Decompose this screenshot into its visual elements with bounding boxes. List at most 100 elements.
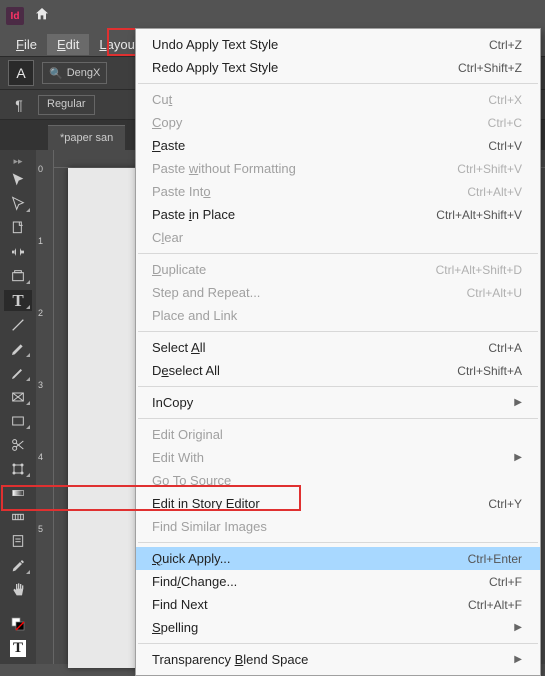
menu-item-label: Quick Apply... [152,551,231,566]
panel-expand-icon[interactable]: ▸▸ [6,156,30,166]
document-tab[interactable]: *paper san [48,125,125,150]
rectangle-frame-tool[interactable] [4,387,32,407]
menu-item-step-and-repeat: Step and Repeat... Ctrl+Alt+U [136,281,540,304]
tools-panel: ▸▸ T T [0,150,36,664]
submenu-arrow-icon: ▶ [494,654,522,665]
direct-selection-tool[interactable] [4,194,32,214]
menu-item-label: Clear [152,230,183,245]
gradient-feather-tool[interactable] [4,507,32,527]
rectangle-tool[interactable] [4,411,32,431]
menu-item-label: Edit With [152,450,204,465]
menu-item-label: Duplicate [152,262,206,277]
paragraph-formatting-icon[interactable]: ¶ [8,94,30,116]
menu-file[interactable]: File [6,34,47,55]
menu-item-shortcut: Ctrl+Z [489,38,522,52]
menu-item-label: Find Next [152,597,208,612]
menu-item-shortcut: Ctrl+A [488,341,522,355]
app-icon: Id [6,7,24,25]
menu-item-spelling[interactable]: Spelling ▶ [136,616,540,639]
menu-item-shortcut: Ctrl+Y [488,497,522,511]
eyedropper-tool[interactable] [4,556,32,576]
ruler-tick: 1 [38,236,43,246]
menu-item-label: Step and Repeat... [152,285,260,300]
content-collector-tool[interactable] [4,266,32,286]
menu-separator [138,418,538,419]
menu-item-label: Cut [152,92,172,107]
menu-item-deselect-all[interactable]: Deselect AllCtrl+Shift+A [136,359,540,382]
menu-item-label: InCopy [152,395,193,410]
formatting-affects-text[interactable]: T [4,638,32,658]
ruler-tick: 5 [38,524,43,534]
menu-item-clear: Clear [136,226,540,249]
ruler-tick: 4 [38,452,43,462]
menu-item-label: Redo Apply Text Style [152,60,278,75]
home-icon[interactable] [34,6,50,27]
menu-item-label: Go To Source [152,473,231,488]
gradient-swatch-tool[interactable] [4,483,32,503]
menu-item-redo-apply-text-style[interactable]: Redo Apply Text StyleCtrl+Shift+Z [136,56,540,79]
pen-tool[interactable] [4,339,32,359]
menu-item-paste[interactable]: PasteCtrl+V [136,134,540,157]
menu-item-go-to-source: Go To Source [136,469,540,492]
menu-separator [138,643,538,644]
font-style-select[interactable]: Regular [38,95,95,115]
menu-item-paste-in-place[interactable]: Paste in Place Ctrl+Alt+Shift+V [136,203,540,226]
scissors-tool[interactable] [4,435,32,455]
fill-stroke-swatch[interactable] [4,614,32,634]
menu-item-label: Copy [152,115,182,130]
line-tool[interactable] [4,315,32,335]
menu-item-label: Edit Original [152,427,223,442]
menu-separator [138,542,538,543]
search-icon: 🔍 [49,67,63,80]
menu-item-shortcut: Ctrl+Alt+U [467,286,522,300]
menu-item-shortcut: Ctrl+Shift+V [457,162,522,176]
menu-item-shortcut: Ctrl+F [489,575,522,589]
pencil-tool[interactable] [4,363,32,383]
menu-edit[interactable]: Edit [47,34,89,55]
font-style-value: Regular [47,98,86,110]
menu-separator [138,83,538,84]
character-formatting-icon[interactable]: A [8,60,34,86]
menu-item-shortcut: Ctrl+Alt+F [468,598,522,612]
gap-tool[interactable] [4,242,32,262]
hand-tool[interactable] [4,580,32,600]
submenu-arrow-icon: ▶ [494,397,522,408]
page-tool[interactable] [4,218,32,238]
menu-item-shortcut: Ctrl+Alt+Shift+D [436,263,522,277]
menu-item-find-similar-images: Find Similar Images [136,515,540,538]
edit-menu-dropdown: Undo Apply Text StyleCtrl+ZRedo Apply Te… [135,28,541,676]
menu-item-find-change[interactable]: Find/Change...Ctrl+F [136,570,540,593]
menu-item-duplicate: Duplicate Ctrl+Alt+Shift+D [136,258,540,281]
menu-item-incopy[interactable]: InCopy ▶ [136,391,540,414]
menu-separator [138,331,538,332]
menu-item-undo-apply-text-style[interactable]: Undo Apply Text StyleCtrl+Z [136,33,540,56]
menu-item-paste-into: Paste IntoCtrl+Alt+V [136,180,540,203]
menu-item-shortcut: Ctrl+C [488,116,522,130]
free-transform-tool[interactable] [4,459,32,479]
selection-tool[interactable] [4,170,32,190]
menu-item-edit-in-story-editor[interactable]: Edit in Story EditorCtrl+Y [136,492,540,515]
menu-item-shortcut: Ctrl+Alt+Shift+V [436,208,522,222]
submenu-arrow-icon: ▶ [494,622,522,633]
menu-item-quick-apply[interactable]: Quick Apply...Ctrl+Enter [136,547,540,570]
menu-item-edit-original: Edit Original [136,423,540,446]
type-tool[interactable]: T [4,290,32,310]
menu-item-label: Transparency Blend Space [152,652,308,667]
note-tool[interactable] [4,531,32,551]
menu-item-label: Select All [152,340,205,355]
menu-item-find-next[interactable]: Find Next Ctrl+Alt+F [136,593,540,616]
menu-item-transparency-blend-space[interactable]: Transparency Blend Space ▶ [136,648,540,671]
ruler-tick: 0 [38,164,43,174]
menu-item-paste-without-formatting: Paste without Formatting Ctrl+Shift+V [136,157,540,180]
menu-item-shortcut: Ctrl+X [488,93,522,107]
menu-separator [138,253,538,254]
menu-item-select-all[interactable]: Select All Ctrl+A [136,336,540,359]
menu-item-label: Paste in Place [152,207,235,222]
menu-item-label: Paste without Formatting [152,161,296,176]
menu-item-edit-with: Edit With▶ [136,446,540,469]
menu-item-label: Find Similar Images [152,519,267,534]
menu-item-label: Spelling [152,620,198,635]
font-family-input[interactable]: 🔍 DengX [42,62,107,84]
menu-item-shortcut: Ctrl+Shift+A [457,364,522,378]
menu-item-place-and-link: Place and Link [136,304,540,327]
